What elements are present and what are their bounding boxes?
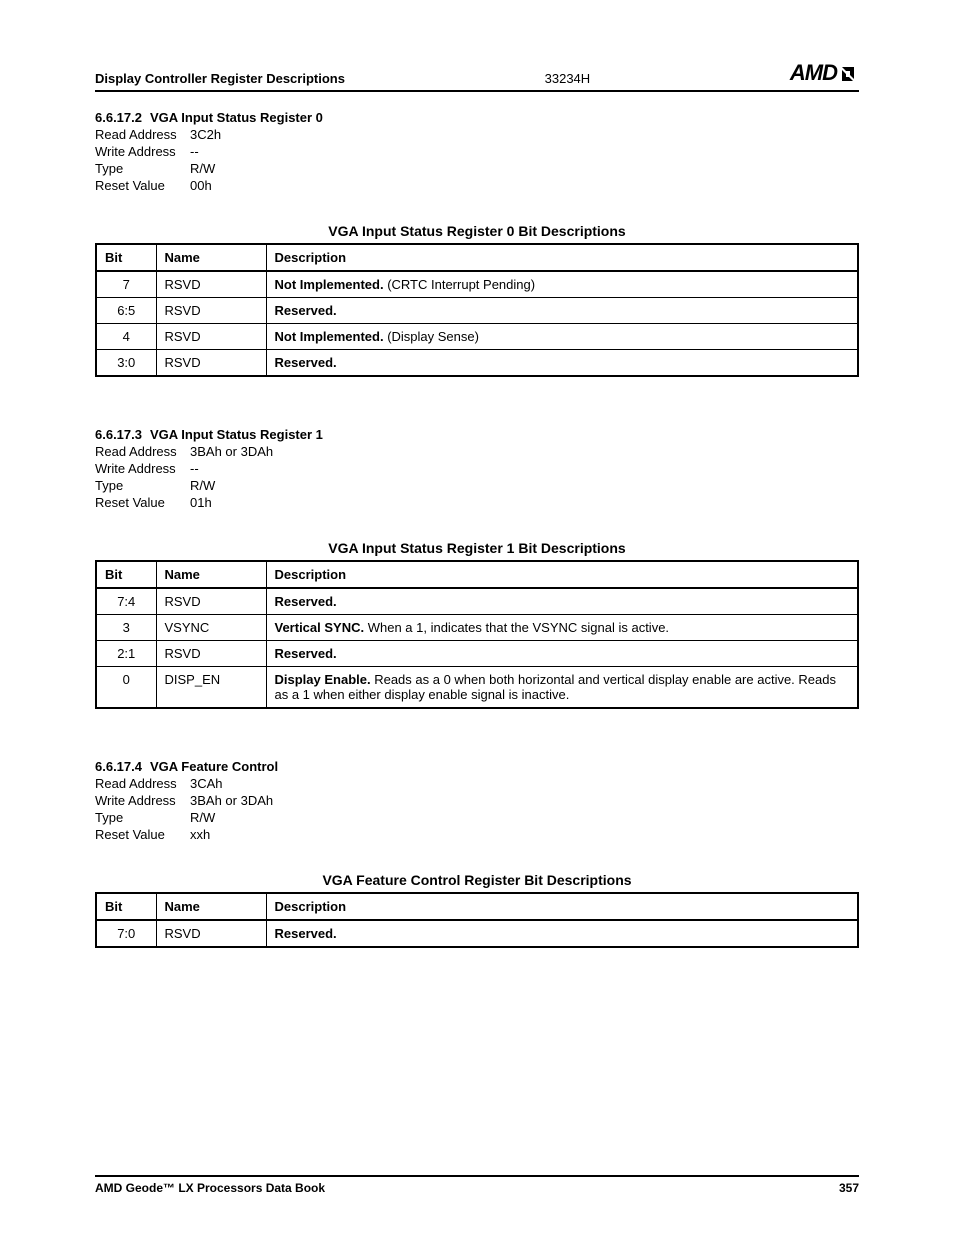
table-row: 0DISP_ENDisplay Enable. Reads as a 0 whe… [96,667,858,709]
table-row: 2:1RSVDReserved. [96,641,858,667]
section-number: 6.6.17.3 [95,427,142,442]
prop-write-address: Write Address-- [95,144,859,159]
brand-text: AMD [790,60,837,86]
table-title: VGA Input Status Register 1 Bit Descript… [95,540,859,556]
col-description: Description [266,244,858,271]
section-6-6-17-2: 6.6.17.2 VGA Input Status Register 0 Read… [95,110,859,377]
table-title: VGA Input Status Register 0 Bit Descript… [95,223,859,239]
table-row: 3:0RSVDReserved. [96,350,858,377]
table-row: 7:4RSVDReserved. [96,588,858,615]
page-header: Display Controller Register Descriptions… [95,60,859,92]
bit-description-table: Bit Name Description 7:4RSVDReserved. 3V… [95,560,859,709]
section-6-6-17-4: 6.6.17.4 VGA Feature Control Read Address… [95,759,859,948]
section-number: 6.6.17.2 [95,110,142,125]
prop-read-address: Read Address3CAh [95,776,859,791]
col-bit: Bit [96,561,156,588]
section-title: VGA Feature Control [150,759,278,774]
prop-type: TypeR/W [95,810,859,825]
header-title: Display Controller Register Descriptions [95,71,345,86]
section-title: VGA Input Status Register 1 [150,427,323,442]
col-description: Description [266,893,858,920]
section-heading: 6.6.17.4 VGA Feature Control [95,759,859,774]
table-row: 7RSVDNot Implemented. (CRTC Interrupt Pe… [96,271,858,298]
col-description: Description [266,561,858,588]
section-6-6-17-3: 6.6.17.3 VGA Input Status Register 1 Read… [95,427,859,709]
prop-read-address: Read Address3BAh or 3DAh [95,444,859,459]
col-bit: Bit [96,893,156,920]
prop-type: TypeR/W [95,478,859,493]
brand-logo: AMD [790,60,859,86]
table-row: 4RSVDNot Implemented. (Display Sense) [96,324,858,350]
page-footer: AMD Geode™ LX Processors Data Book 357 [95,1175,859,1195]
table-row: 6:5RSVDReserved. [96,298,858,324]
brand-arrow-icon [839,64,859,82]
section-number: 6.6.17.4 [95,759,142,774]
prop-write-address: Write Address-- [95,461,859,476]
prop-reset-value: Reset Valuexxh [95,827,859,842]
header-docnum: 33234H [545,71,591,86]
prop-reset-value: Reset Value00h [95,178,859,193]
col-name: Name [156,561,266,588]
prop-reset-value: Reset Value01h [95,495,859,510]
footer-title: AMD Geode™ LX Processors Data Book [95,1181,325,1195]
bit-description-table: Bit Name Description 7:0RSVDReserved. [95,892,859,948]
col-name: Name [156,244,266,271]
bit-description-table: Bit Name Description 7RSVDNot Implemente… [95,243,859,377]
table-row: 7:0RSVDReserved. [96,920,858,947]
prop-write-address: Write Address3BAh or 3DAh [95,793,859,808]
footer-page-number: 357 [839,1181,859,1195]
table-row: 3VSYNCVertical SYNC. When a 1, indicates… [96,615,858,641]
prop-type: TypeR/W [95,161,859,176]
prop-read-address: Read Address3C2h [95,127,859,142]
table-title: VGA Feature Control Register Bit Descrip… [95,872,859,888]
section-heading: 6.6.17.2 VGA Input Status Register 0 [95,110,859,125]
section-title: VGA Input Status Register 0 [150,110,323,125]
col-bit: Bit [96,244,156,271]
section-heading: 6.6.17.3 VGA Input Status Register 1 [95,427,859,442]
col-name: Name [156,893,266,920]
